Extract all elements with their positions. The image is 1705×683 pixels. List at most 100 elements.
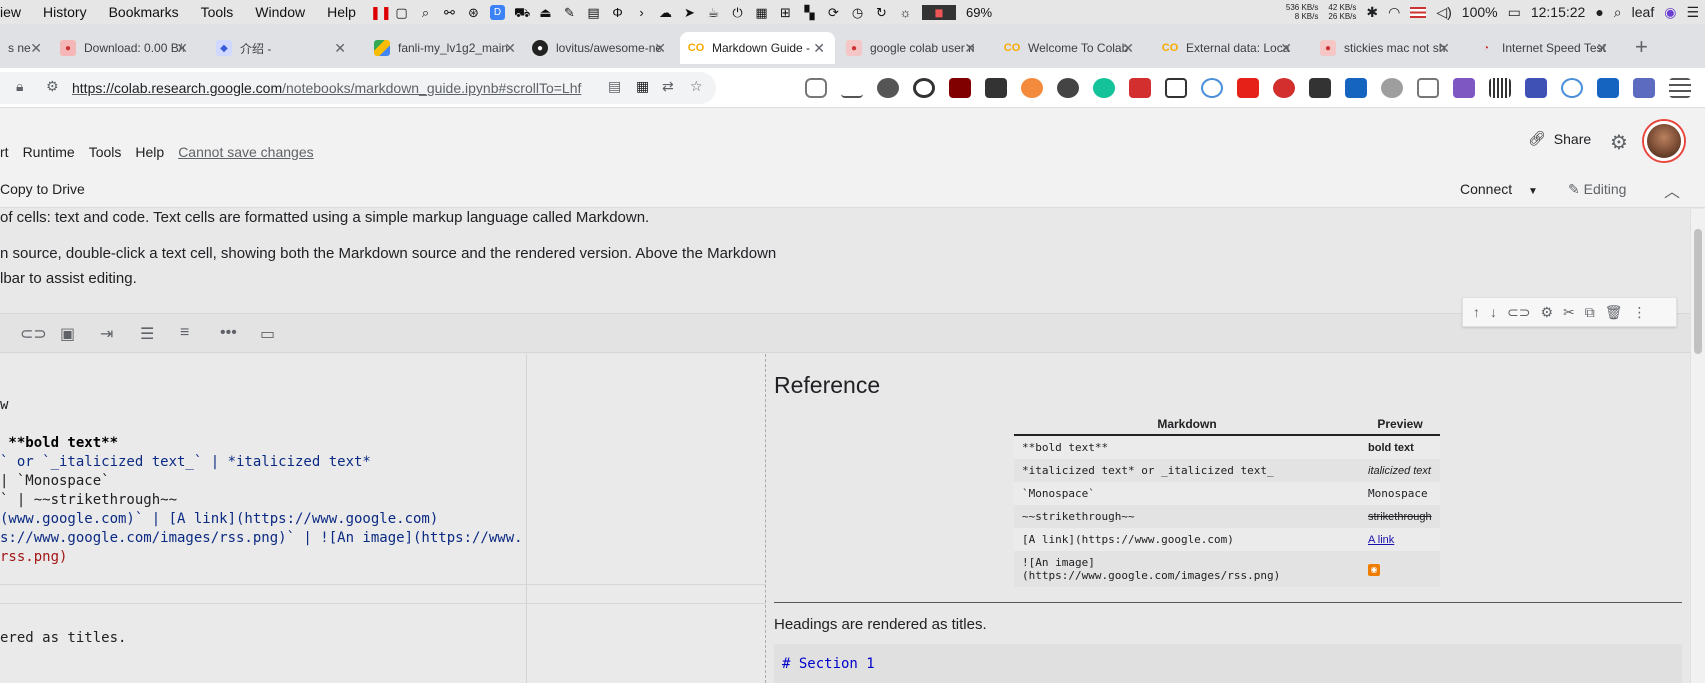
close-icon[interactable]: ✕	[813, 40, 825, 57]
menu-tools[interactable]: Tools	[89, 144, 122, 160]
link-cell-icon[interactable]: ⊂⊃	[1507, 304, 1530, 321]
translate-icon[interactable]: ⇄	[662, 78, 674, 95]
volume-icon[interactable]: ◁)	[1436, 4, 1451, 21]
a-link[interactable]: A link	[1360, 528, 1440, 551]
apps-icon[interactable]	[1309, 78, 1331, 98]
battery-icon[interactable]: ▭	[1508, 4, 1521, 21]
move-down-icon[interactable]: ↓	[1490, 304, 1497, 320]
scrollbar[interactable]	[1690, 209, 1705, 683]
accessibility-icon[interactable]: ⊛	[466, 5, 481, 20]
t-icon[interactable]	[1597, 78, 1619, 98]
power-icon[interactable]	[913, 78, 935, 98]
pause-icon[interactable]: ❚❚	[370, 5, 392, 20]
markdown-editor[interactable]: w **bold text** ` or `_italicized text_`…	[0, 354, 766, 683]
os-menu-bookmarks[interactable]: Bookmarks	[109, 4, 179, 20]
globe-icon[interactable]	[1201, 78, 1223, 98]
d-icon[interactable]: D	[490, 4, 505, 20]
tab[interactable]: CO External data: Local ✕	[1154, 32, 1302, 64]
os-menu-history[interactable]: History	[43, 4, 87, 20]
save-icon[interactable]	[1633, 78, 1655, 98]
qr-icon[interactable]: ▦	[636, 78, 649, 95]
tab[interactable]: fanli-my_lv1g2_main ✕	[366, 32, 526, 64]
tab[interactable]: s ne ✕	[0, 32, 52, 64]
close-icon[interactable]: ✕	[334, 40, 346, 57]
cell-settings-icon[interactable]: ⚙	[1540, 304, 1553, 321]
preview-toggle-icon[interactable]: ▭	[260, 324, 275, 344]
flag-icon[interactable]	[1410, 6, 1427, 18]
wechat-icon[interactable]: ☁	[658, 5, 673, 20]
menu-insert[interactable]: rt	[0, 144, 9, 160]
chevron-up-icon[interactable]: ︿	[1664, 178, 1680, 202]
copy-to-drive-button[interactable]: Copy to Drive	[0, 181, 85, 197]
d-red-icon[interactable]	[1273, 78, 1295, 98]
os-menu-view[interactable]: iew	[0, 4, 21, 20]
tab[interactable]: ● stickies mac not sh ✕	[1312, 32, 1460, 64]
close-icon[interactable]: ✕	[504, 40, 516, 57]
close-icon[interactable]: ✕	[654, 40, 666, 57]
download-icon[interactable]	[841, 78, 863, 98]
connect-button[interactable]: Connect ▼	[1460, 181, 1538, 197]
menu-help[interactable]: Help	[135, 144, 164, 160]
avatar[interactable]	[1644, 121, 1684, 161]
gauge-icon[interactable]: ▆	[922, 4, 956, 20]
site-settings-icon[interactable]: ⚙	[46, 78, 59, 95]
cube-icon[interactable]	[1453, 78, 1475, 98]
tab[interactable]: ◔ Internet Speed Test ✕	[1470, 32, 1618, 64]
phi-icon[interactable]: Φ	[610, 5, 625, 20]
siri-icon[interactable]: ◉	[1664, 4, 1676, 21]
move-up-icon[interactable]: ↑	[1473, 304, 1480, 320]
menu-runtime[interactable]: Runtime	[23, 144, 75, 160]
close-icon[interactable]: ✕	[1122, 40, 1134, 57]
refresh-icon[interactable]: ⟳	[826, 5, 841, 20]
user-name[interactable]: leaf	[1632, 4, 1655, 20]
tx-icon[interactable]	[1345, 78, 1367, 98]
external-link-icon[interactable]	[1165, 78, 1187, 98]
tab[interactable]: CO Welcome To Colab ✕	[996, 32, 1144, 64]
ublock-icon[interactable]	[949, 78, 971, 98]
editing-button[interactable]: ✎ Editing	[1568, 181, 1626, 198]
os-menu-window[interactable]: Window	[255, 4, 305, 20]
close-icon[interactable]: ✕	[1596, 40, 1608, 57]
moon-icon[interactable]: ●	[1595, 4, 1603, 20]
clipboard-icon[interactable]: ▤	[586, 5, 601, 20]
delete-cell-icon[interactable]: 🗑︎	[1605, 304, 1623, 321]
close-icon[interactable]: ✕	[1280, 40, 1292, 57]
close-icon[interactable]: ✕	[964, 40, 976, 57]
share-button[interactable]: 🔗︎ Share	[1528, 130, 1591, 147]
os-menu-tools[interactable]: Tools	[201, 4, 234, 20]
translate2-icon[interactable]	[1525, 78, 1547, 98]
close-icon[interactable]: ✕	[1438, 40, 1450, 57]
lock-icon[interactable]: 🔒︎	[16, 78, 23, 95]
orange-icon[interactable]	[1021, 78, 1043, 98]
binoculars-icon[interactable]: ⚯	[442, 5, 457, 20]
pocket-icon[interactable]	[805, 78, 827, 98]
square-icon[interactable]: ▢	[394, 5, 409, 20]
os-menu-help[interactable]: Help	[327, 4, 356, 20]
truck-icon[interactable]: ⛟	[514, 5, 530, 20]
brightness-icon[interactable]: ☼	[898, 5, 913, 20]
indent-icon[interactable]: ⇥	[100, 324, 113, 344]
barcode-icon[interactable]	[1489, 78, 1511, 98]
eject-icon[interactable]: ⏏	[538, 5, 553, 20]
lightning-icon[interactable]	[1381, 78, 1403, 98]
numbered-list-icon[interactable]: ☰	[140, 324, 154, 344]
telegram-icon[interactable]: ➤	[682, 5, 697, 20]
horizontal-rule-icon[interactable]: •••	[220, 324, 237, 342]
cannot-save-link[interactable]: Cannot save changes	[178, 144, 313, 160]
power-icon[interactable]: ⏻	[730, 5, 745, 20]
menu-icon[interactable]	[1669, 78, 1691, 98]
circle-icon[interactable]	[1561, 78, 1583, 98]
bullet-list-icon[interactable]: ≡	[180, 324, 189, 342]
copy-cell-icon[interactable]: ⧉	[1585, 304, 1595, 321]
settings-gear-icon[interactable]: ⚙	[1610, 130, 1628, 155]
bookmark-star-icon[interactable]: ☆	[690, 78, 703, 95]
document-icon[interactable]	[1417, 78, 1439, 98]
clock-icon[interactable]: ◷	[850, 5, 865, 20]
omnibox[interactable]: 🔒︎ ⚙ https://colab.research.google.com/n…	[0, 72, 716, 104]
monitor-icon[interactable]	[985, 78, 1007, 98]
control-center-icon[interactable]: ☰	[1686, 4, 1699, 21]
bluetooth-icon[interactable]: ✱	[1366, 4, 1378, 21]
tab[interactable]: ◆ 介绍 - ✕	[208, 32, 356, 64]
clock-text[interactable]: 12:15:22	[1531, 4, 1586, 20]
mirror-cell-icon[interactable]: ✂	[1563, 304, 1575, 321]
